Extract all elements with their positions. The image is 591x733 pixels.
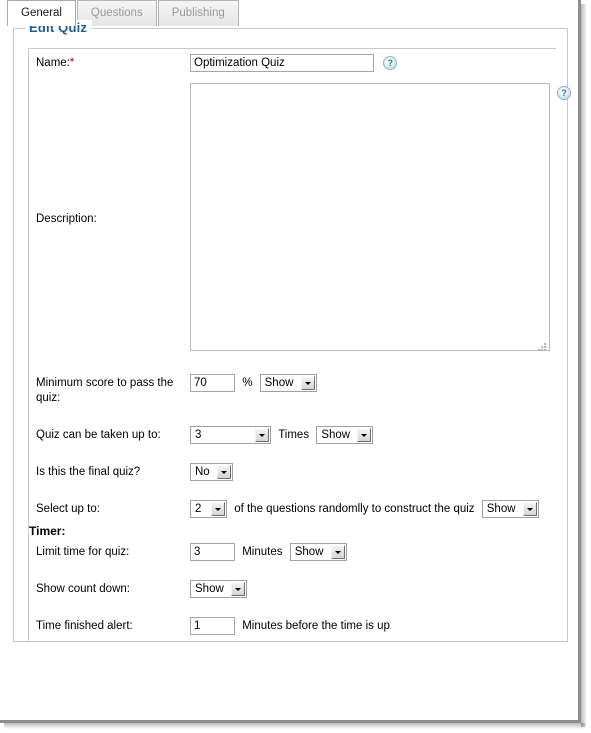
quiz-description-textarea[interactable] — [190, 83, 550, 351]
times-unit-label: Times — [278, 428, 310, 441]
random-select-label-cell: Select up to: — [29, 495, 190, 524]
tab-publishing[interactable]: Publishing — [157, 0, 239, 26]
limit-time-label-cell: Limit time for quiz: — [29, 538, 190, 567]
count-down-field-cell: Show — [190, 575, 556, 604]
chevron-down-icon[interactable] — [211, 502, 225, 516]
final-quiz-label: Is this the final quiz? — [36, 466, 141, 478]
count-down-label-cell: Show count down: — [29, 575, 190, 604]
required-asterisk: * — [69, 57, 75, 69]
time-alert-label: Time finished alert: — [36, 620, 133, 632]
tab-questions-label: Questions — [90, 7, 143, 19]
edit-quiz-fieldset: Edit Quiz Name:* ? — [13, 20, 571, 642]
limit-time-visibility-select[interactable]: Show — [289, 543, 347, 561]
chevron-down-icon[interactable] — [330, 545, 345, 559]
time-alert-suffix: Minutes before the time is up — [242, 619, 390, 632]
description-help-icon[interactable]: ? — [557, 86, 571, 100]
chevron-down-icon[interactable] — [231, 582, 245, 596]
attempts-count-select[interactable]: 3 — [190, 426, 271, 444]
tab-publishing-label: Publishing — [171, 7, 225, 19]
name-field-cell: ? — [190, 49, 556, 78]
table-row-name: Name:* ? — [29, 49, 556, 78]
table-row-min-score: Minimum score to pass the quiz: % Show — [29, 369, 556, 413]
time-alert-label-cell: Time finished alert: — [29, 612, 190, 641]
spacer — [29, 487, 556, 495]
min-score-visibility-select[interactable]: Show — [259, 374, 317, 392]
min-score-input[interactable] — [190, 374, 235, 392]
description-label: Description: — [36, 213, 97, 225]
chevron-down-icon[interactable] — [522, 502, 537, 516]
spacer — [29, 413, 556, 421]
min-score-visibility-value: Show — [264, 377, 294, 389]
random-select-suffix: of the questions randomlly to construct … — [234, 502, 475, 515]
description-textarea-wrap: ? — [190, 83, 571, 356]
attempts-label-cell: Quiz can be taken up to: — [29, 421, 190, 450]
count-down-select[interactable]: Show — [190, 580, 247, 598]
spacer — [29, 604, 556, 612]
quiz-form-table: Name:* ? Description: — [29, 49, 571, 641]
chevron-down-icon[interactable] — [300, 376, 315, 390]
final-quiz-label-cell: Is this the final quiz? — [29, 458, 190, 487]
table-row-description: Description: ? — [29, 78, 571, 361]
limit-time-visibility-value: Show — [294, 546, 324, 558]
min-score-label: Minimum score to pass the quiz: — [36, 377, 174, 404]
table-row-timer-heading: Timer: — [29, 524, 556, 538]
content-area: Edit Quiz Name:* ? — [0, 20, 578, 642]
name-label-cell: Name:* — [29, 49, 190, 78]
time-alert-field-cell: Minutes before the time is up — [190, 612, 556, 641]
spacer — [29, 361, 556, 369]
table-row-final-quiz: Is this the final quiz? No — [29, 458, 556, 487]
random-question-count-select[interactable]: 2 — [190, 500, 227, 518]
spacer — [29, 450, 556, 458]
name-label: Name: — [36, 57, 70, 69]
chevron-down-icon[interactable] — [357, 428, 372, 442]
spacer — [29, 567, 556, 575]
time-alert-input[interactable] — [190, 617, 235, 635]
attempts-field-cell: 3 Times Show — [190, 421, 556, 450]
random-select-visibility-value: Show — [486, 503, 516, 515]
window-shadow-bottom — [4, 723, 585, 729]
table-row-limit-time: Limit time for quiz: Minutes Show — [29, 538, 556, 567]
description-label-cell: Description: — [29, 78, 190, 361]
window-shadow-right — [581, 4, 587, 727]
quiz-editor-page: General Questions Publishing Edit Quiz N… — [0, 0, 591, 733]
limit-time-field-cell: Minutes Show — [190, 538, 556, 567]
timer-section-heading: Timer: — [29, 524, 66, 538]
final-quiz-value: No — [195, 466, 210, 478]
random-question-count-value: 2 — [195, 503, 202, 515]
attempts-label: Quiz can be taken up to: — [36, 429, 161, 441]
attempts-visibility-select[interactable]: Show — [316, 426, 374, 444]
table-row-time-alert: Time finished alert: Minutes before the … — [29, 612, 556, 641]
tab-general[interactable]: General — [7, 0, 76, 26]
quiz-name-input[interactable] — [190, 54, 374, 72]
page-body: General Questions Publishing Edit Quiz N… — [0, 0, 581, 723]
random-select-label: Select up to: — [36, 503, 100, 515]
limit-time-input[interactable] — [190, 543, 235, 561]
count-down-value: Show — [195, 583, 224, 595]
count-down-label: Show count down: — [36, 583, 130, 595]
table-row-attempts: Quiz can be taken up to: 3 Times Show — [29, 421, 556, 450]
limit-time-label: Limit time for quiz: — [36, 546, 130, 558]
final-quiz-select[interactable]: No — [190, 463, 233, 481]
name-help-icon[interactable]: ? — [383, 56, 398, 70]
form-table-wrapper: Name:* ? Description: — [28, 48, 571, 641]
random-select-field-cell: 2 of the questions randomlly to construc… — [190, 495, 556, 524]
chevron-down-icon[interactable] — [217, 465, 231, 479]
chevron-down-icon[interactable] — [255, 428, 269, 442]
percent-unit-label: % — [242, 376, 253, 389]
final-quiz-field-cell: No — [190, 458, 556, 487]
random-select-visibility-select[interactable]: Show — [481, 500, 539, 518]
minutes-unit-label: Minutes — [242, 545, 283, 558]
tab-general-label: General — [21, 7, 62, 19]
min-score-label-cell: Minimum score to pass the quiz: — [29, 369, 190, 413]
min-score-field-cell: % Show — [190, 369, 556, 413]
attempts-count-value: 3 — [195, 429, 202, 441]
attempts-visibility-value: Show — [321, 429, 351, 441]
table-row-random-select: Select up to: 2 of the questions randoml… — [29, 495, 556, 524]
description-field-cell: ? — [190, 78, 571, 361]
table-row-count-down: Show count down: Show — [29, 575, 556, 604]
